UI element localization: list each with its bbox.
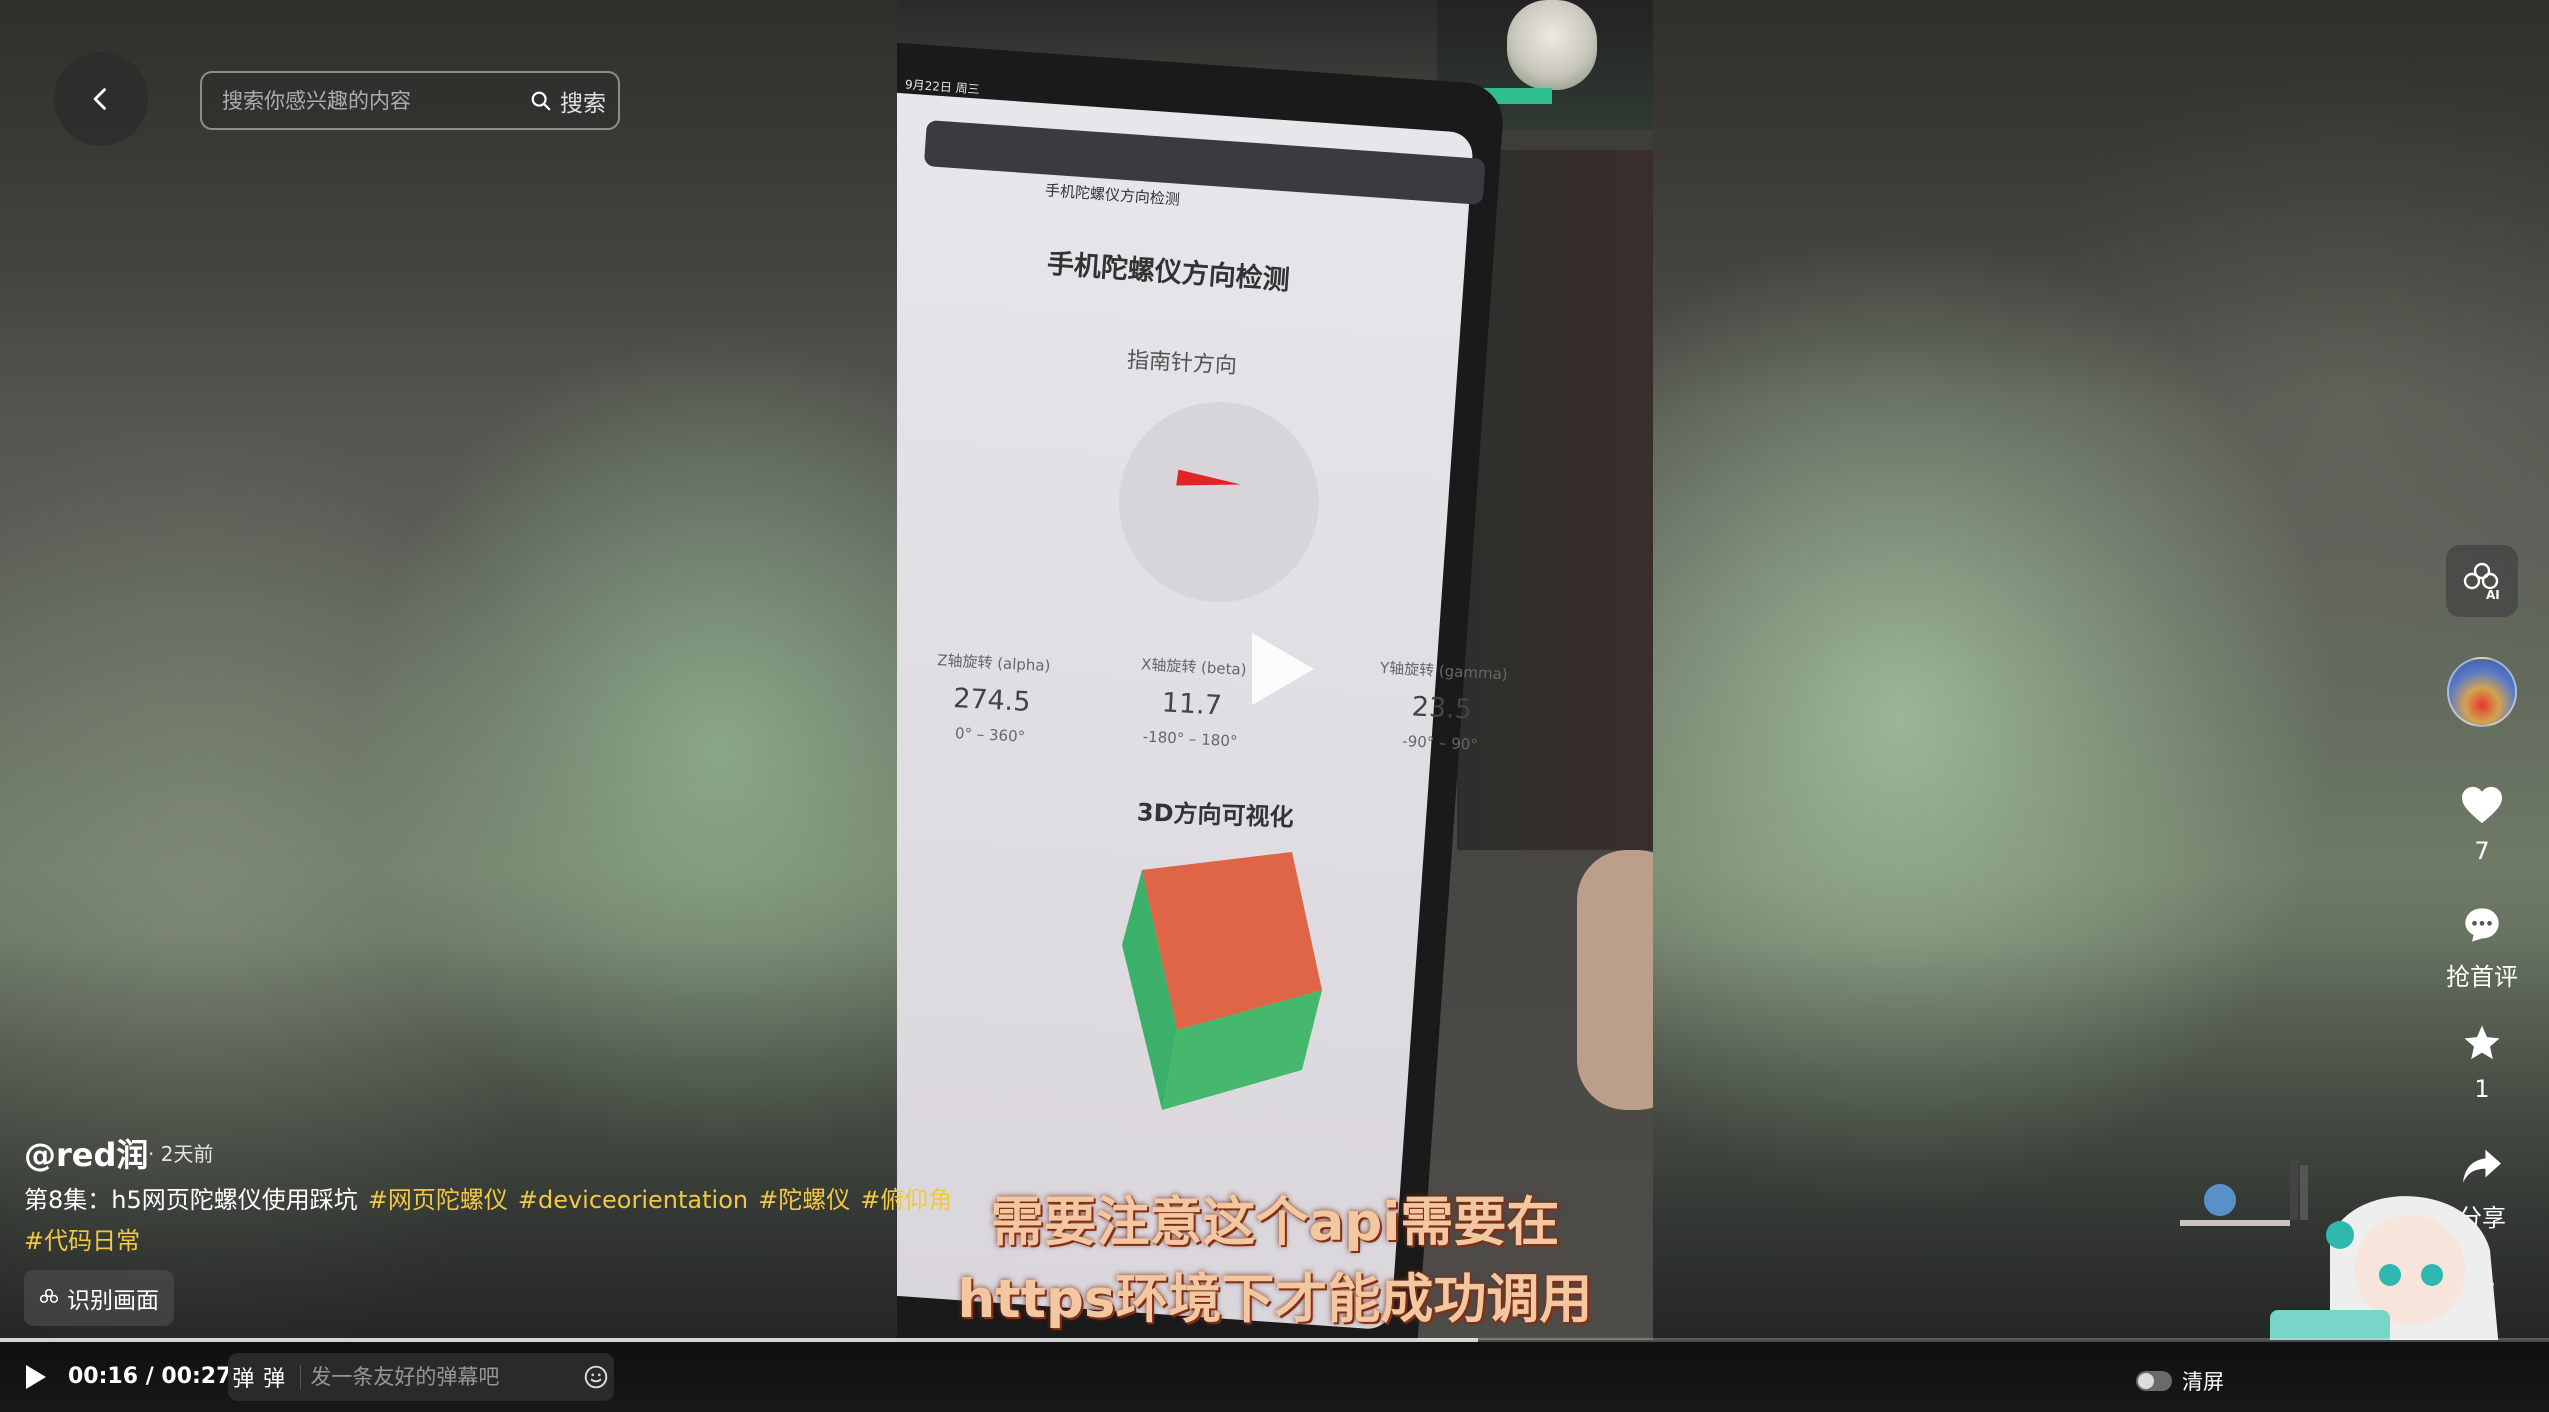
hashtag[interactable]: #网页陀螺仪 [368, 1186, 508, 1214]
comment-button[interactable]: 抢首评 [2420, 905, 2544, 992]
progress-bar[interactable] [0, 1338, 2549, 1342]
comment-label: 抢首评 [2446, 963, 2518, 991]
play-button[interactable] [26, 1365, 46, 1389]
compass-needle [1176, 469, 1242, 495]
compass-dial [1119, 402, 1319, 602]
search-icon [531, 91, 551, 110]
author-name[interactable]: @red润 [24, 1130, 148, 1176]
play-icon[interactable] [1252, 633, 1314, 705]
ai-assistant-button[interactable]: AI [2446, 545, 2518, 617]
star-icon [2464, 1025, 2500, 1060]
recognize-frame-label: 识别画面 [67, 1288, 159, 1314]
svg-text:AI: AI [2486, 588, 2500, 602]
like-count: 7 [2474, 837, 2490, 865]
comment-icon [2465, 908, 2499, 942]
chevron-left-icon [93, 88, 106, 110]
danmaku-bar: 弹 弹 [228, 1353, 614, 1401]
hashtag[interactable]: #陀螺仪 [758, 1186, 850, 1214]
playback-time: 00:16 / 00:27 [68, 1364, 232, 1389]
progress-bar-fill [0, 1338, 1479, 1342]
axis-gamma: Y轴旋转 (gamma) 23.5 -90° – 90° [1345, 655, 1540, 757]
3d-cube-visual [1122, 852, 1322, 1110]
axis-alpha: Z轴旋转 (alpha) 274.5 0° – 360° [900, 647, 1085, 748]
favorite-count: 1 [2474, 1075, 2490, 1103]
author-avatar[interactable] [2447, 657, 2517, 727]
hand-holding-phone [1577, 850, 1653, 1110]
favorite-button[interactable]: 1 [2420, 1023, 2544, 1103]
axis-value: 274.5 [952, 682, 1032, 718]
toggle-switch[interactable] [2136, 1371, 2172, 1391]
visualization-label: 3D方向可视化 [1136, 798, 1294, 832]
post-time: · 2天前 [148, 1142, 214, 1166]
ai-flower-icon: AI [2463, 562, 2500, 602]
divider [299, 1365, 301, 1389]
video-player[interactable]: 9月22日 周三 手机陀螺仪方向检测 手机陀螺仪方向检测 指南针方向 Z轴旋转 … [897, 0, 1653, 1340]
clear-screen-toggle[interactable]: 清屏 [2136, 1366, 2224, 1396]
anime-sticker-image [1507, 0, 1597, 90]
flower-icon [39, 1288, 59, 1303]
subtitle-line-2: https环境下才能成功调用 [957, 1269, 1593, 1330]
danmaku-toggle-icon[interactable]: 弹 [228, 1361, 259, 1393]
subtitle-line-1: 需要注意这个api需要在 [990, 1192, 1560, 1253]
search-box: 搜索 [200, 71, 620, 130]
hashtag[interactable]: #代码日常 [24, 1227, 140, 1255]
emoji-button[interactable] [578, 1364, 614, 1390]
clear-screen-label: 清屏 [2182, 1370, 2224, 1394]
like-button[interactable]: 7 [2420, 785, 2544, 865]
danmaku-input[interactable] [310, 1365, 579, 1389]
axis-value: 23.5 [1411, 691, 1473, 726]
smiley-icon [584, 1365, 608, 1389]
search-button-label: 搜索 [560, 90, 606, 117]
episode-title: 第8集：h5网页陀螺仪使用踩坑 [24, 1186, 358, 1214]
search-button[interactable]: 搜索 [530, 84, 606, 118]
hashtag[interactable]: #俯仰角 [860, 1186, 952, 1214]
hashtag[interactable]: #deviceorientation [518, 1186, 748, 1214]
post-description: 第8集：h5网页陀螺仪使用踩坑 #网页陀螺仪 #deviceorientation #… [24, 1180, 954, 1262]
danmaku-settings-icon[interactable]: 弹 [259, 1361, 290, 1393]
back-button[interactable] [54, 52, 148, 146]
compass-label: 指南针方向 [1126, 348, 1238, 379]
heart-icon [2462, 786, 2502, 824]
recognize-frame-button[interactable]: 识别画面 [24, 1270, 174, 1326]
search-input[interactable] [222, 88, 530, 113]
